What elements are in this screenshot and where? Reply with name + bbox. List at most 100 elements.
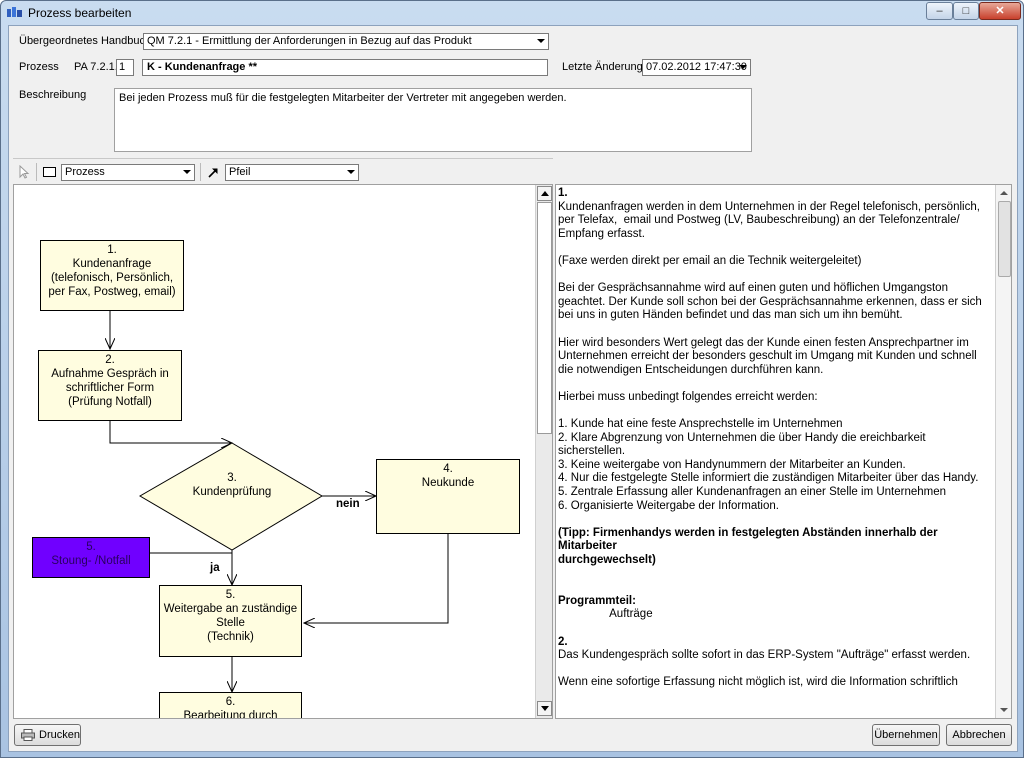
beschreibung-label: Beschreibung	[19, 89, 87, 101]
box2-line: (Prüfung Notfall)	[68, 396, 152, 408]
scroll-thumb[interactable]	[998, 201, 1011, 277]
window-title: Prozess bearbeiten	[28, 6, 132, 20]
text-paragraph: Hierbei muss unbedingt folgendes erreich…	[558, 390, 818, 403]
dialog-body: Übergeordnetes Handbuch QM 7.2.1 - Ermit…	[8, 25, 1018, 752]
diagram-canvas[interactable]: 1. Kundenanfrage (telefonisch, Persönlic…	[13, 184, 553, 719]
letzte-aenderung-value: 07.02.2012 17:47:30	[646, 61, 747, 73]
box6-number: 6.	[225, 696, 236, 708]
prozess-name-field[interactable]: K - Kundenanfrage **	[142, 59, 548, 76]
box1-number: 1.	[107, 244, 117, 256]
cancel-button[interactable]: Abbrechen	[946, 724, 1012, 746]
pointer-icon[interactable]	[17, 165, 31, 179]
box5-line: (Technik)	[207, 631, 254, 643]
text-paragraph: Kundenanfragen werden in dem Unternehmen…	[558, 200, 984, 240]
label-ja: ja	[210, 562, 220, 574]
print-button[interactable]: Drucken	[14, 724, 81, 746]
letzte-aenderung-label: Letzte Änderung	[562, 61, 643, 73]
process-box-6[interactable]: 6. Bearbeitung durch	[159, 692, 302, 719]
process-text-panel[interactable]: 1. Kundenanfragen werden in dem Unternehm…	[555, 184, 1012, 719]
text-paragraph: Programmteil:	[558, 594, 636, 607]
text-paragraph: Hier wird besonders Wert gelegt das der …	[558, 336, 980, 376]
letzte-aenderung-select[interactable]: 07.02.2012 17:47:30	[642, 59, 751, 76]
process-box-5[interactable]: 5. Weitergabe an zuständige Stelle (Tech…	[159, 585, 302, 657]
apply-button[interactable]: Übernehmen	[872, 724, 940, 746]
box2-line: schriftlicher Form	[65, 382, 155, 394]
print-label: Drucken	[39, 729, 80, 741]
text-paragraph	[558, 513, 992, 527]
text-vertical-scrollbar[interactable]	[995, 185, 1011, 718]
handbuch-label: Übergeordnetes Handbuch	[19, 35, 152, 47]
chevron-down-icon	[183, 170, 191, 174]
text-paragraph	[558, 269, 992, 283]
text-paragraph: 5. Zentrale Erfassung aller Kundenanfrag…	[558, 486, 947, 499]
window: Prozess bearbeiten – □ ✕ Übergeordnetes …	[0, 0, 1024, 758]
process-text-content: 1. Kundenanfragen werden in dem Unternehm…	[558, 187, 992, 690]
arrow-down-icon[interactable]	[1000, 708, 1008, 712]
text-paragraph	[558, 568, 992, 582]
arrow-tool-icon[interactable]	[207, 166, 220, 179]
toolbar-divider	[13, 158, 553, 159]
prozess-prefix: PA 7.2.1.	[74, 61, 118, 73]
scroll-thumb[interactable]	[537, 202, 552, 434]
text-paragraph	[558, 622, 992, 636]
text-paragraph	[558, 241, 992, 255]
diamond-title: Kundenprüfung	[192, 486, 272, 498]
rectangle-tool-icon[interactable]	[43, 167, 56, 177]
text-paragraph	[558, 377, 992, 391]
chevron-down-icon	[537, 39, 545, 43]
box2-title: Aufnahme Gespräch in	[51, 368, 169, 380]
text-paragraph: 2.	[558, 635, 568, 648]
process-box-2[interactable]: 2. Aufnahme Gespräch in schriftlicher Fo…	[38, 350, 182, 421]
text-paragraph: 4. Nur die festgelegte Stelle informiert…	[558, 472, 979, 485]
text-paragraph: Das Kundengespräch sollte sofort in das …	[558, 649, 971, 662]
box1-line: (telefonisch, Persönlich,	[50, 272, 174, 284]
text-paragraph	[558, 323, 992, 337]
process-box-1[interactable]: 1. Kundenanfrage (telefonisch, Persönlic…	[40, 240, 184, 311]
text-paragraph: 1.	[558, 187, 568, 199]
box5-title: Weitergabe an zuständige	[163, 603, 298, 615]
handbuch-value: QM 7.2.1 - Ermittlung der Anforderungen …	[147, 35, 472, 47]
text-paragraph: Bei der Gesprächsannahme wird auf einen …	[558, 282, 986, 322]
notfall-title: Stoung- /Notfall	[51, 555, 131, 567]
box5-number: 5.	[225, 589, 236, 601]
app-icon	[7, 7, 22, 17]
title-bar[interactable]: Prozess bearbeiten – □ ✕	[1, 1, 1023, 25]
diagram-vertical-scrollbar[interactable]	[535, 185, 552, 718]
arrow-type-value: Pfeil	[229, 166, 251, 178]
process-box-4[interactable]: 4. Neukunde	[376, 459, 520, 534]
chevron-down-icon	[739, 65, 747, 69]
prozess-number-field[interactable]: 1	[116, 59, 134, 76]
shape-type-select[interactable]: Prozess	[61, 164, 195, 181]
text-paragraph	[558, 663, 992, 677]
diamond-number: 3.	[227, 472, 237, 484]
arrow-down-icon	[541, 706, 549, 711]
chevron-down-icon	[347, 170, 355, 174]
label-nein: nein	[336, 498, 360, 510]
close-button[interactable]: ✕	[979, 2, 1021, 20]
arrow-up-icon[interactable]	[1000, 191, 1008, 195]
scroll-up-button[interactable]	[537, 186, 552, 201]
arrow-up-icon	[541, 191, 549, 196]
text-paragraph: (Tipp: Firmenhandys werden in festgelegt…	[558, 526, 941, 553]
text-paragraph	[558, 581, 992, 595]
notfall-number: 5.	[86, 541, 96, 553]
minimize-button[interactable]: –	[926, 2, 953, 20]
box6-title: Bearbeitung durch	[183, 710, 278, 719]
printer-icon	[21, 729, 35, 741]
toolbar-separator	[200, 163, 201, 181]
text-paragraph: (Faxe werden direkt per email an die Tec…	[558, 254, 862, 267]
toolbar-separator	[36, 163, 37, 181]
decision-diamond-3[interactable]: 3. Kundenprüfung	[164, 471, 300, 499]
box4-number: 4.	[443, 463, 453, 475]
maximize-button[interactable]: □	[953, 2, 979, 20]
arrow-type-select[interactable]: Pfeil	[225, 164, 359, 181]
box4-title: Neukunde	[421, 477, 475, 489]
process-box-notfall[interactable]: 5. Stoung- /Notfall	[32, 537, 150, 578]
text-paragraph: Wenn eine sofortige Erfassung nicht mögl…	[558, 676, 958, 689]
text-paragraph: 1. Kunde hat eine feste Ansprechstelle i…	[558, 418, 843, 431]
text-paragraph: 6. Organisierte Weitergabe der Informati…	[558, 499, 779, 512]
scroll-down-button[interactable]	[537, 701, 552, 716]
beschreibung-field[interactable]: Bei jeden Prozess muß für die festgelegt…	[114, 88, 752, 152]
text-paragraph	[558, 405, 992, 419]
handbuch-select[interactable]: QM 7.2.1 - Ermittlung der Anforderungen …	[143, 33, 549, 50]
